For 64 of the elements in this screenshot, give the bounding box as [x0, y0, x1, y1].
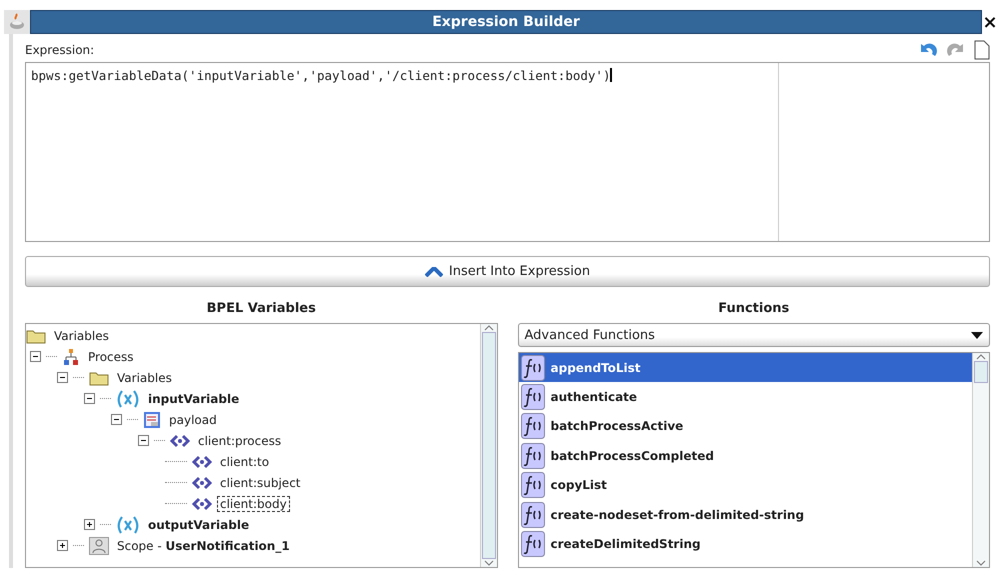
- expand-toggle[interactable]: [57, 540, 68, 551]
- function-icon: [520, 384, 544, 410]
- document-icon: [143, 410, 161, 428]
- element-icon: [192, 496, 212, 510]
- undo-icon[interactable]: [918, 41, 938, 59]
- tree-item[interactable]: Variables: [51, 328, 112, 344]
- scrollbar[interactable]: [972, 353, 989, 567]
- variable-icon: [116, 390, 140, 408]
- scroll-up-icon[interactable]: [976, 353, 986, 361]
- function-icon: [520, 442, 544, 469]
- tree-item[interactable]: Scope - UserNotification_1: [114, 538, 293, 554]
- category-dropdown[interactable]: Advanced Functions: [518, 323, 990, 347]
- dropdown-caret-icon: [971, 332, 983, 338]
- tree-item[interactable]: client:to: [217, 454, 272, 470]
- function-icon: [520, 413, 544, 440]
- hierarchy-icon: [62, 348, 80, 366]
- function-icon: [520, 472, 544, 498]
- tree-item[interactable]: outputVariable: [145, 516, 252, 532]
- tree-item[interactable]: Variables: [114, 370, 175, 386]
- tree-item[interactable]: client:process: [195, 432, 284, 448]
- window-title: Expression Builder: [30, 10, 982, 34]
- element-icon: [170, 434, 190, 448]
- expression-label: Expression:: [25, 43, 94, 57]
- scroll-thumb[interactable]: [974, 361, 988, 383]
- function-icon: [520, 502, 544, 528]
- function-item[interactable]: copyList: [518, 470, 972, 500]
- tree-item[interactable]: client:subject: [217, 474, 304, 490]
- insert-into-expression-button[interactable]: Insert Into Expression: [25, 256, 990, 287]
- person-icon: [89, 536, 109, 554]
- scroll-down-icon[interactable]: [484, 559, 494, 567]
- tree-item[interactable]: client:body: [217, 496, 290, 512]
- scrollbar[interactable]: [480, 324, 496, 567]
- folder-icon: [89, 370, 109, 386]
- function-item[interactable]: appendToList: [518, 353, 972, 382]
- chevron-up-icon: [424, 266, 443, 276]
- panel-heading: BPEL Variables: [206, 301, 317, 318]
- cup-icon: [8, 13, 26, 31]
- close-button[interactable]: ×: [982, 12, 998, 32]
- function-item[interactable]: create-nodeset-from-delimited-string: [518, 500, 972, 530]
- function-icon: [520, 531, 544, 558]
- expand-toggle[interactable]: [84, 519, 95, 530]
- variable-icon: [116, 516, 140, 534]
- folder-icon: [26, 328, 46, 344]
- collapse-toggle[interactable]: [111, 414, 122, 425]
- tree-item[interactable]: inputVariable: [145, 390, 242, 406]
- function-item[interactable]: authenticate: [518, 382, 972, 412]
- scroll-up-icon[interactable]: [484, 324, 494, 332]
- scroll-down-icon[interactable]: [976, 559, 986, 567]
- panel-heading: Functions: [717, 301, 790, 318]
- collapse-toggle[interactable]: [30, 351, 41, 362]
- element-icon: [192, 476, 212, 490]
- tree-item[interactable]: Process: [85, 348, 137, 364]
- tree-item[interactable]: payload: [166, 412, 220, 428]
- collapse-toggle[interactable]: [138, 435, 149, 446]
- collapse-toggle[interactable]: [84, 393, 95, 404]
- element-icon: [192, 454, 212, 468]
- function-item[interactable]: createDelimitedString: [518, 529, 972, 559]
- function-icon: [520, 354, 544, 381]
- function-item[interactable]: batchProcessActive: [518, 412, 972, 442]
- scroll-thumb[interactable]: [482, 332, 496, 559]
- redo-icon[interactable]: [946, 41, 966, 59]
- function-item[interactable]: batchProcessCompleted: [518, 441, 972, 471]
- collapse-toggle[interactable]: [57, 372, 68, 383]
- new-document-icon[interactable]: [974, 40, 990, 60]
